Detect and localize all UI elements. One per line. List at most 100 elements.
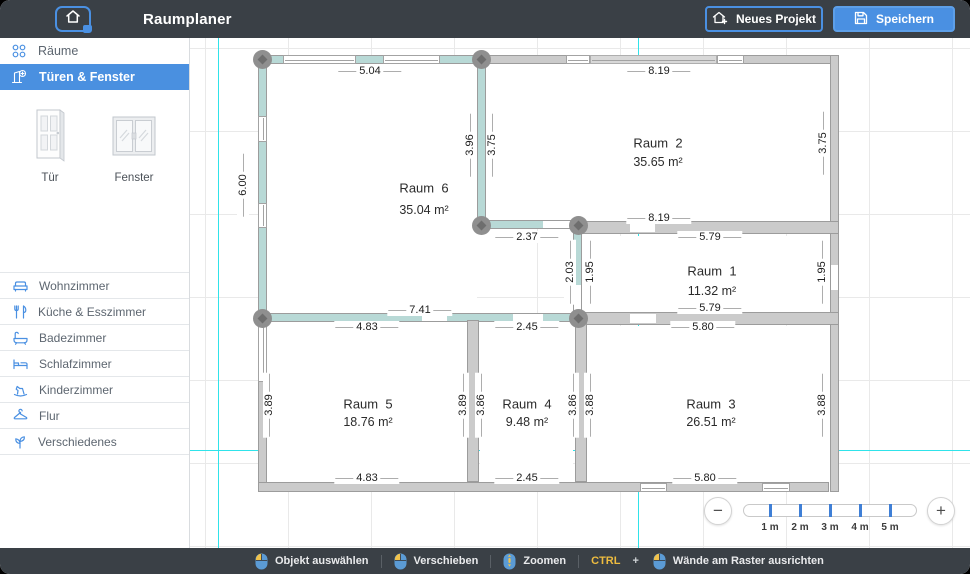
new-project-label: Neues Projekt	[736, 12, 816, 26]
door-opening[interactable]	[513, 314, 543, 321]
top-bar: Raumplaner Neues Projekt Speichern	[0, 0, 970, 38]
sidebar-nav-raeume[interactable]: Räume	[0, 38, 189, 64]
new-project-button[interactable]: Neues Projekt	[705, 6, 823, 32]
dimension-label: 3.75	[486, 112, 498, 177]
wall-node[interactable]	[472, 50, 491, 69]
sidebar-item-rocking-horse[interactable]: Kinderzimmer	[0, 376, 189, 402]
nav-label: Türen & Fenster	[39, 70, 135, 84]
room-name-label: Raum 4	[502, 397, 551, 412]
dimension-label: 8.19	[626, 212, 691, 224]
scale-tick	[799, 504, 802, 517]
floppy-disk-icon	[854, 11, 868, 28]
dimension-label: 3.75	[817, 110, 829, 175]
room-name-label: Raum 1	[687, 264, 736, 279]
room-area-label: 9.48 m²	[506, 415, 548, 429]
rocking-horse-icon	[12, 382, 29, 398]
window-opening[interactable]	[383, 55, 440, 64]
room-category-label: Küche & Esszimmer	[38, 305, 146, 319]
status-hint-label: Zoomen	[523, 555, 566, 567]
status-hint-label: Objekt auswählen	[275, 555, 369, 567]
window-opening[interactable]	[717, 55, 744, 64]
window-glass-line	[719, 60, 742, 61]
hanger-icon	[12, 408, 29, 424]
status-hint: Verschieben	[394, 553, 479, 570]
status-bar: Objekt auswählenVerschiebenZoomenCTRL+Wä…	[0, 548, 970, 574]
dimension-label: 3.89	[457, 372, 469, 437]
door-opening[interactable]	[630, 223, 655, 232]
scale-tick-label: 3 m	[821, 522, 838, 533]
sidebar-nav: Räume Türen & Fenster	[0, 38, 189, 90]
sofa-icon	[12, 278, 29, 294]
wall-node[interactable]	[253, 50, 272, 69]
window-opening[interactable]	[258, 203, 267, 228]
tool-tür[interactable]: Tür	[8, 108, 92, 184]
tool-label: Fenster	[92, 172, 176, 184]
sidebar-item-utensils[interactable]: Küche & Esszimmer	[0, 298, 189, 324]
window-opening[interactable]	[566, 55, 590, 64]
window-opening[interactable]	[762, 483, 790, 492]
sidebar-item-bed[interactable]: Schlafzimmer	[0, 350, 189, 376]
sidebar-item-hanger[interactable]: Flur	[0, 402, 189, 428]
window-opening[interactable]	[640, 483, 667, 492]
dimension-label: 5.79	[677, 302, 742, 314]
scale-tick	[859, 504, 862, 517]
status-divider	[381, 555, 382, 568]
room-category-label: Schlafzimmer	[39, 357, 112, 371]
room-area-label: 35.04 m²	[399, 203, 448, 217]
window-glass-line	[263, 205, 264, 226]
window-glass-line	[592, 60, 715, 61]
window-opening[interactable]	[590, 55, 717, 64]
wall-node[interactable]	[472, 216, 491, 235]
app-title: Raumplaner	[143, 0, 232, 38]
dimension-label: 1.95	[584, 239, 596, 304]
dimension-label: 2.37	[494, 231, 559, 243]
door-opening[interactable]	[831, 265, 838, 290]
wall-node[interactable]	[253, 309, 272, 328]
dimension-label: 3.86	[567, 372, 579, 437]
wall-node[interactable]	[569, 216, 588, 235]
dimension-label: 8.19	[626, 65, 691, 77]
sidebar-item-plant[interactable]: Verschiedenes	[0, 428, 189, 454]
wall-segment[interactable]	[258, 55, 267, 322]
dimension-label: 4.83	[334, 321, 399, 333]
bathtub-icon	[12, 330, 29, 346]
save-button[interactable]: Speichern	[833, 6, 955, 32]
window-opening[interactable]	[258, 116, 267, 142]
door-illustration-icon	[8, 108, 92, 167]
window-opening[interactable]	[283, 55, 356, 64]
room-area-label: 11.32 m²	[688, 284, 736, 298]
zoom-out-button[interactable]: −	[704, 497, 732, 525]
scale-tick-label: 1 m	[761, 522, 778, 533]
wall-node[interactable]	[569, 309, 588, 328]
floorplan-canvas[interactable]: 5.048.196.003.963.753.758.192.375.792.03…	[190, 38, 970, 548]
dimension-label: 2.03	[564, 239, 576, 304]
mouse-left-icon	[653, 553, 666, 570]
tool-fenster[interactable]: Fenster	[92, 108, 176, 184]
sidebar-tools: TürFenster	[0, 96, 190, 184]
dimension-label: 2.45	[494, 472, 559, 484]
door-opening[interactable]	[543, 221, 570, 228]
room-name-label: Raum 3	[686, 397, 735, 412]
status-hint: Objekt auswählen	[255, 553, 369, 570]
status-hints: Objekt auswählenVerschiebenZoomenCTRL+Wä…	[255, 548, 824, 574]
zoom-in-button[interactable]: +	[927, 497, 955, 525]
room-category-label: Verschiedenes	[38, 435, 117, 449]
wall-segment[interactable]	[477, 55, 486, 229]
sidebar-item-bathtub[interactable]: Badezimmer	[0, 324, 189, 350]
bed-icon	[12, 356, 29, 372]
plus-sign: +	[632, 555, 638, 567]
dimension-label: 3.96	[464, 112, 476, 177]
window-illustration-icon	[92, 108, 176, 167]
sidebar-nav-tueren-fenster[interactable]: Türen & Fenster	[0, 64, 189, 90]
dimension-label: 3.86	[475, 372, 487, 437]
room-name-label: Raum 6	[399, 181, 448, 196]
sidebar: Räume Türen & Fenster TürFenster Wohnzimm…	[0, 38, 190, 548]
dimension-label: 5.80	[670, 321, 735, 333]
home-button[interactable]	[55, 6, 91, 32]
door-opening[interactable]	[630, 314, 656, 323]
utensils-icon	[12, 304, 28, 320]
scale-tick-label: 4 m	[851, 522, 868, 533]
dimension-label: 3.88	[816, 372, 828, 437]
sidebar-room-list: Wohnzimmer Küche & Esszimmer Badezimmer Sch…	[0, 272, 189, 455]
sidebar-item-sofa[interactable]: Wohnzimmer	[0, 272, 189, 298]
